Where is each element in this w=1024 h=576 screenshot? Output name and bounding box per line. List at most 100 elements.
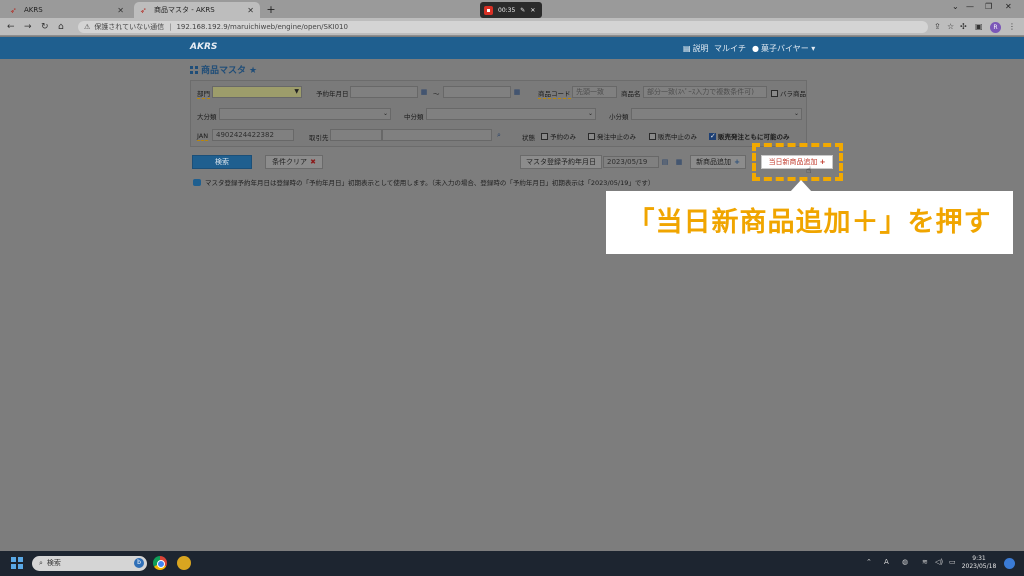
search-button[interactable]: 検索 [192,155,252,169]
checkbox-box[interactable] [541,132,548,140]
stop-recording-icon[interactable] [484,5,493,15]
checkbox-box[interactable] [588,132,595,140]
user-icon: ● [752,44,759,53]
department-label: 部門 [197,90,210,99]
status-order-stopped-checkbox[interactable]: 発注中止のみ [588,131,636,141]
jan-input[interactable]: 4902424422382 [212,129,294,141]
user-menu[interactable]: ● 菓子バイヤー ▾ [752,43,815,54]
instruction-callout: 「当日新商品追加＋」を押す [606,180,1013,254]
range-separator: ～ [433,90,440,98]
reservation-date-from-input[interactable] [350,86,418,98]
search-icon[interactable]: ⌕ [493,129,505,141]
battery-icon[interactable]: ▭ [949,558,956,566]
calendar-icon[interactable]: ▦ [418,86,430,98]
checkbox-label: バラ商品 [780,90,806,98]
close-icon[interactable]: ✕ [530,7,535,14]
calendar-icon[interactable]: ▦ [673,156,685,168]
product-code-input[interactable]: 先頭一致 [572,86,617,98]
middle-category-select[interactable]: ⌄ [426,108,596,120]
chevron-down-icon[interactable]: ⌄ [952,2,959,11]
loose-item-checkbox[interactable]: バラ商品 [771,88,806,98]
chrome-app-icon[interactable] [153,556,167,570]
windows-start-icon[interactable] [11,557,23,569]
new-product-button[interactable]: 新商品追加 + [690,155,746,169]
checkbox-label: 発注中止のみ [597,133,636,141]
new-product-label: 新商品追加 [696,158,732,166]
minor-category-select[interactable]: ⌄ [631,108,802,120]
side-panel-icon[interactable]: ▣ [975,21,983,33]
share-icon[interactable]: ⇪ [934,21,941,33]
tab-title: AKRS [24,6,43,14]
akrs-favicon-icon: ➶ [10,5,17,15]
checkbox-box[interactable] [709,132,716,140]
close-window-icon[interactable]: ✕ [1005,2,1012,11]
major-category-select[interactable]: ⌄ [219,108,391,120]
master-date-label: マスタ登録予約年月日 [520,155,602,169]
edit-icon[interactable]: ✎ [520,7,525,14]
status-reservation-only-checkbox[interactable]: 予約のみ [541,131,576,141]
product-name-label: 商品名 [621,90,641,98]
taskbar-search[interactable]: ⌕ 検索 b [32,556,147,571]
calendar-icon[interactable]: ▦ [511,86,523,98]
status-sale-stopped-checkbox[interactable]: 販売中止のみ [649,131,697,141]
help-link[interactable]: ▤ 説明 [683,43,709,54]
checkbox-box[interactable] [649,132,656,140]
favorite-star-icon[interactable]: ★ [249,66,257,76]
home-icon[interactable]: ⌂ [58,21,64,33]
tab-akrs[interactable]: ➶ AKRS ✕ [4,2,130,18]
close-icon[interactable]: ✕ [117,6,124,15]
plus-icon: + [819,158,826,166]
page-title: 商品マスタ ★ [190,63,257,76]
new-tab-button[interactable]: + [264,3,278,17]
warning-icon[interactable]: ⚠ [84,23,90,31]
minimize-icon[interactable]: — [966,2,974,11]
chevron-up-icon[interactable]: ⌃ [866,558,872,566]
supplier-name-input[interactable] [382,129,492,141]
reload-icon[interactable]: ↻ [41,21,49,33]
taskbar-clock[interactable]: 9:31 2023/05/18 [958,555,1000,571]
restore-icon[interactable]: ❐ [985,2,992,11]
forward-icon[interactable]: → [24,21,32,33]
master-date-input[interactable]: 2023/05/19 [603,156,659,168]
volume-icon[interactable]: ◁) [935,558,943,566]
department-select[interactable]: ▼ [212,86,302,98]
notification-icon[interactable] [1004,558,1015,569]
supplier-code-input[interactable] [330,129,382,141]
back-icon[interactable]: ← [7,21,15,33]
address-bar[interactable]: ⚠ 保護されていない通信 | 192.168.192.9/maruichiweb… [78,21,928,33]
today-new-product-button[interactable]: 当日新商品追加 + [761,155,833,169]
app-header: AKRS ▤ 説明 マルイチ ● 菓子バイヤー ▾ [0,37,1024,59]
product-code-label: 商品コード [538,90,571,99]
app-icon[interactable] [177,556,191,570]
bing-icon[interactable]: b [134,558,144,568]
chevron-down-icon: ▼ [294,88,299,95]
close-icon[interactable]: ✕ [247,6,254,15]
middle-category-label: 中分類 [404,113,424,121]
status-sale-and-order-ok-checkbox[interactable]: 販売発注ともに可能のみ [709,131,790,141]
bookmark-star-icon[interactable]: ☆ [947,21,954,33]
wifi-icon[interactable]: ≋ [922,558,928,566]
security-warning: 保護されていない通信 [94,23,165,31]
globe-icon[interactable]: ◍ [902,558,908,566]
minor-category-label: 小分類 [609,113,629,121]
checkbox-box[interactable] [771,89,778,97]
tab-title: 商品マスタ - AKRS [154,6,215,14]
clear-conditions-button[interactable]: 条件クリア ✖ [265,155,323,169]
today-icon[interactable]: ▤ [659,156,671,168]
reservation-date-to-input[interactable] [443,86,511,98]
checkbox-label: 販売中止のみ [658,133,697,141]
profile-avatar[interactable]: R [990,22,1001,33]
recording-time: 00:35 [498,6,516,14]
recording-indicator: 00:35 ✎ ✕ [480,2,542,18]
tab-product-master[interactable]: ➶ 商品マスタ - AKRS ✕ [134,2,260,18]
akrs-favicon-icon: ➶ [140,5,147,15]
chevron-down-icon: ⌄ [587,110,593,117]
product-name-input[interactable]: 部分一致(ｽﾍﾟｰｽ入力で複数条件可) [643,86,767,98]
search-placeholder: 検索 [46,559,61,567]
browser-tab-bar: ➶ AKRS ✕ ➶ 商品マスタ - AKRS ✕ + 00:35 ✎ ✕ ⌄ … [0,0,1024,18]
checkbox-label: 予約のみ [550,133,576,141]
menu-icon[interactable]: ⋮ [1008,21,1016,33]
extensions-icon[interactable]: ✣ [960,21,967,33]
close-icon: ✖ [310,158,316,166]
ime-indicator[interactable]: A [884,558,889,566]
